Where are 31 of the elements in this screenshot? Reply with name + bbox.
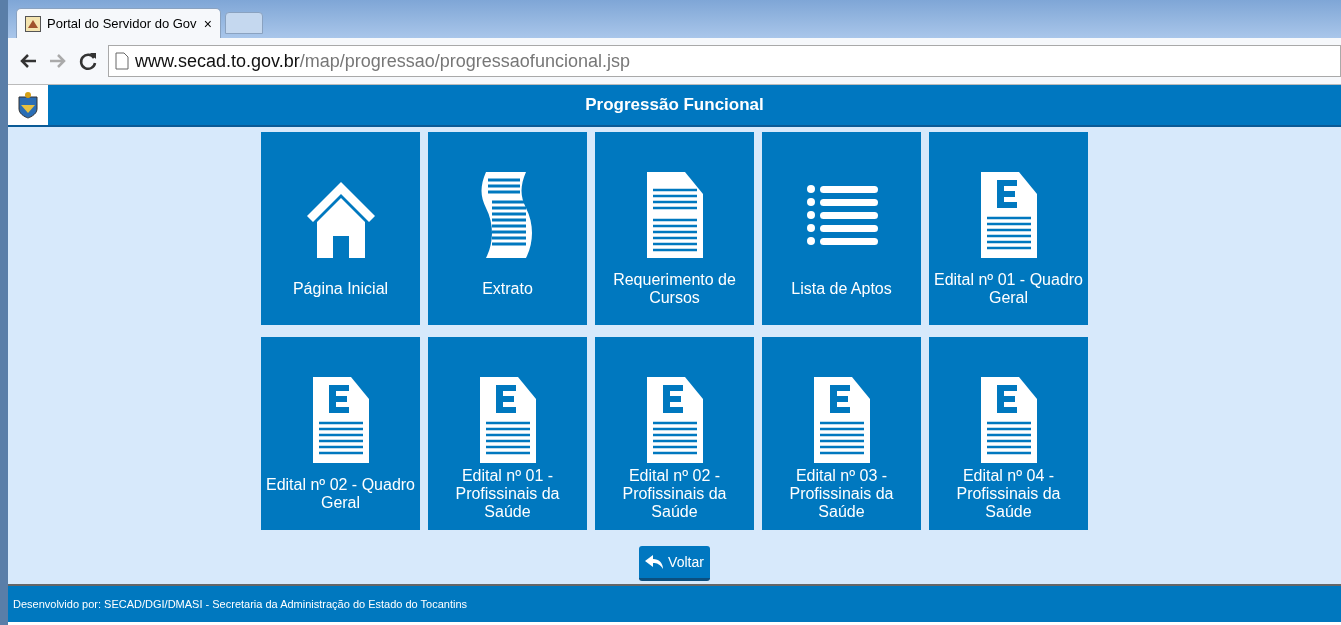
page-icon — [115, 52, 129, 70]
menu-tile[interactable]: Requerimento de Cursos — [595, 132, 754, 325]
tab-title: Portal do Servidor do Gov — [47, 16, 198, 31]
page-title: Progressão Funcional — [584, 95, 765, 115]
menu-tile[interactable]: Edital nº 03 - Profissinais da Saúde — [762, 337, 921, 530]
menu-tile[interactable]: Extrato — [428, 132, 587, 325]
document-e-icon — [980, 172, 1037, 258]
document-e-icon — [312, 377, 369, 463]
close-icon[interactable]: × — [203, 15, 212, 32]
menu-tile[interactable]: Edital nº 01 - Quadro Geral — [929, 132, 1088, 325]
list-icon — [805, 182, 878, 248]
reload-icon[interactable] — [78, 51, 98, 71]
menu-tile[interactable]: Edital nº 02 - Quadro Geral — [261, 337, 420, 530]
menu-tile[interactable]: Edital nº 02 - Profissinais da Saúde — [595, 337, 754, 530]
document-e-icon — [813, 377, 870, 463]
document-e-icon — [980, 377, 1037, 463]
document-e-icon — [646, 377, 703, 463]
url-text: www.secad.to.gov.br/map/progressao/progressaofuncional.jsp — [135, 50, 630, 72]
menu-tile[interactable]: Edital nº 04 - Profissinais da Saúde — [929, 337, 1088, 530]
footer-text: Desenvolvido por: SECAD/DGI/DMASI - Secretaria da Administração do Estado do Tocantins — [13, 598, 468, 610]
reply-arrow-icon — [645, 555, 664, 569]
document-e-icon — [479, 377, 536, 463]
address-bar[interactable]: www.secad.to.gov.br/map/progressao/progressaofuncional.jsp — [108, 45, 1341, 77]
menu-tile[interactable]: Página Inicial — [261, 132, 420, 325]
emblem-icon — [17, 91, 39, 119]
document-icon — [646, 172, 703, 258]
favicon-icon — [25, 15, 41, 32]
menu-tile[interactable]: Edital nº 01 - Profissinais da Saúde — [428, 337, 587, 530]
menu-tile[interactable]: Lista de Aptos — [762, 132, 921, 325]
back-button[interactable]: Voltar — [639, 546, 710, 581]
browser-tab[interactable]: Portal do Servidor do Gov × — [16, 8, 221, 38]
